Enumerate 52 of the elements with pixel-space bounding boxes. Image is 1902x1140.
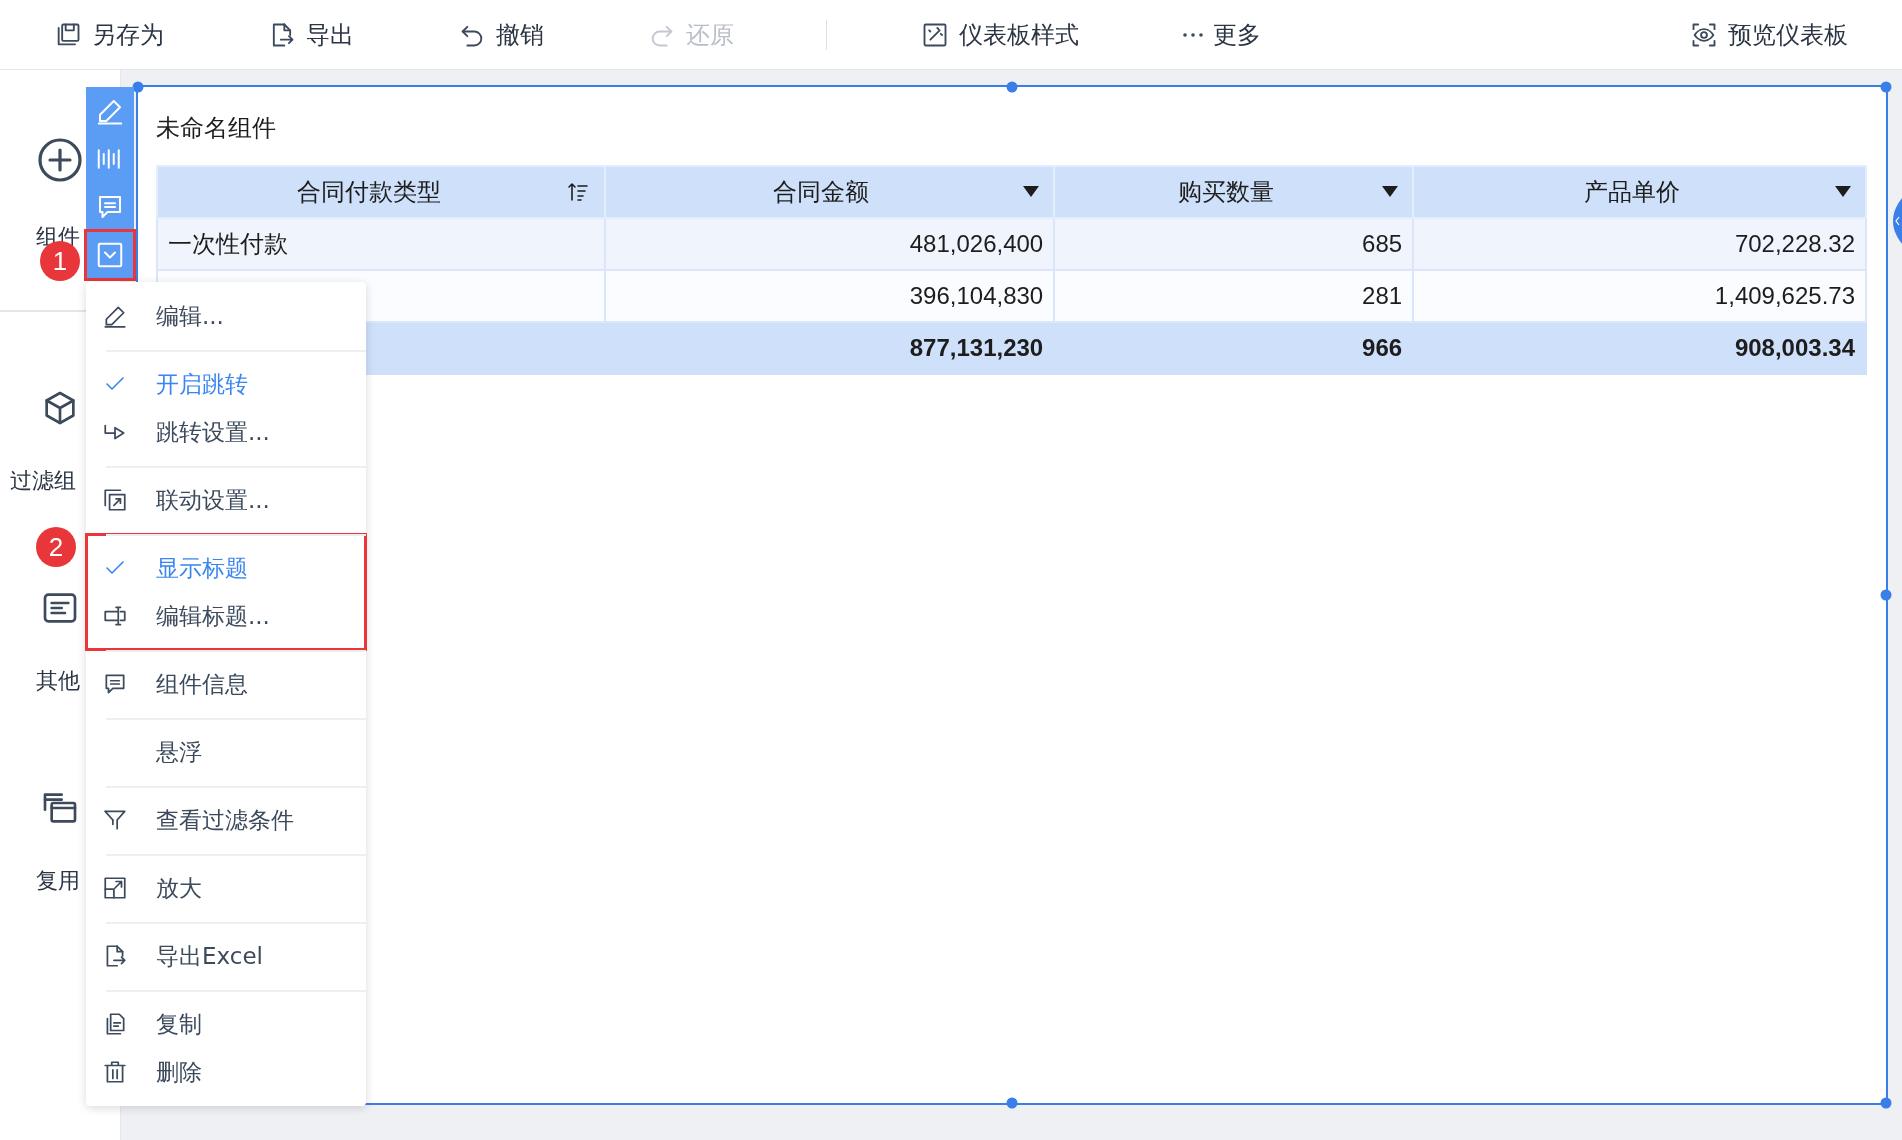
preview-button[interactable]: 预览仪表板 (1686, 12, 1852, 57)
column-header[interactable]: 购买数量 (1054, 166, 1414, 218)
menu-item[interactable]: 联动设置... (86, 476, 366, 524)
dropdown-triangle-icon[interactable] (1023, 186, 1040, 198)
more-icon (1183, 32, 1203, 37)
menu-item[interactable]: 删除 (86, 1048, 366, 1096)
toolbar-button[interactable]: 更多 (1179, 12, 1265, 57)
column-header[interactable]: 合同付款类型 (157, 166, 605, 218)
dropdown-triangle-icon[interactable] (1382, 186, 1399, 198)
resize-handle[interactable] (1006, 1097, 1018, 1109)
menu-item[interactable]: 悬浮 (86, 728, 366, 776)
menu-item[interactable]: 跳转设置... (86, 408, 366, 456)
toolbar-button[interactable]: 撤销 (454, 12, 548, 57)
menu-item[interactable]: 导出Excel (86, 932, 366, 980)
sidebar-label: 复用 (36, 867, 80, 895)
menu-item[interactable]: 复制 (86, 1000, 366, 1048)
table-cell: 685 (1054, 218, 1414, 270)
dropdown-triangle-icon[interactable] (1835, 186, 1851, 198)
total-cell: 877,131,230 (604, 322, 1055, 374)
dropdown-square-icon (95, 240, 125, 270)
table-cell: 396,104,830 (604, 270, 1055, 322)
menu-item[interactable]: 查看过滤条件 (86, 796, 366, 844)
sidebar-label: 其他 (36, 667, 80, 695)
column-header[interactable]: 产品单价 (1413, 166, 1866, 218)
toolbar-button[interactable]: 仪表板样式 (917, 12, 1083, 57)
menu-item[interactable]: 放大 (86, 864, 366, 912)
resize-handle[interactable] (1880, 1097, 1892, 1109)
toolbar-button[interactable]: 导出 (264, 12, 358, 57)
link-window-icon (102, 486, 128, 514)
sidebar-label: 过滤组 (10, 467, 76, 495)
trash-icon (102, 1058, 128, 1086)
menu-item[interactable]: 组件信息 (86, 660, 366, 708)
collapse-tab-icon[interactable] (1893, 198, 1902, 244)
menu-item[interactable]: 开启跳转 (86, 360, 366, 408)
total-cell: 966 (1054, 322, 1414, 374)
table-cell: 1,409,625.73 (1413, 270, 1866, 322)
resize-handle[interactable] (1880, 589, 1892, 601)
widget-tool-button[interactable] (86, 231, 134, 279)
expand-icon (102, 874, 128, 902)
toolbar-button[interactable]: 另存为 (50, 12, 168, 57)
add-circle-icon[interactable] (36, 136, 84, 184)
table-cell: 481,026,400 (604, 218, 1055, 270)
table-cell: 一次性付款 (157, 218, 605, 270)
table-cell: 281 (1054, 270, 1414, 322)
total-cell: 908,003.34 (1413, 322, 1866, 374)
table-cell: 702,228.32 (1413, 218, 1866, 270)
widget-title: 未命名组件 (156, 113, 277, 144)
column-header[interactable]: 合同金额 (604, 166, 1055, 218)
resize-handle[interactable] (1006, 81, 1018, 93)
sort-ascending-icon[interactable] (565, 180, 590, 204)
resize-handle[interactable] (1880, 81, 1892, 93)
menu-item[interactable]: 编辑... (86, 292, 366, 340)
